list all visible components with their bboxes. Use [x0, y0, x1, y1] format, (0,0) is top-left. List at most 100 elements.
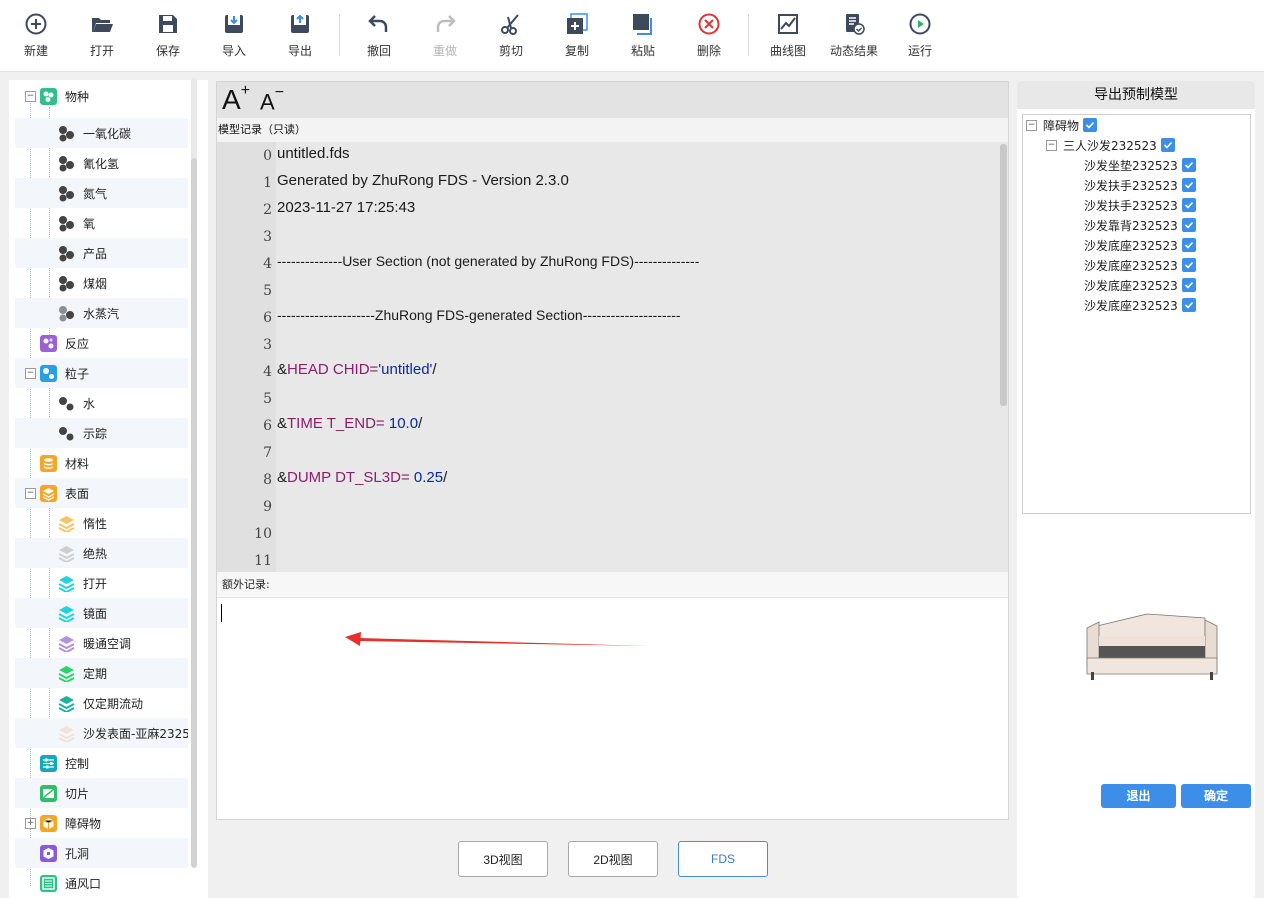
tree-item-particle-tracer[interactable]: 示踪 — [15, 418, 188, 448]
prefab-item-label: 沙发靠背232523 — [1084, 218, 1178, 233]
undo-button[interactable]: 撤回 — [349, 12, 409, 64]
run-button[interactable]: 运行 — [890, 12, 950, 64]
collapse-toggle[interactable]: − — [1046, 139, 1057, 151]
curve-chart-button[interactable]: 曲线图 — [758, 12, 818, 64]
font-decrease-button[interactable]: A− — [260, 84, 284, 115]
checkbox-checked[interactable] — [1181, 258, 1196, 272]
tree-item-particle-water[interactable]: 水 — [15, 388, 188, 418]
extra-record-input[interactable] — [217, 598, 1008, 819]
vent-icon — [40, 874, 57, 892]
tree-item-species-n2[interactable]: 氮气 — [15, 178, 188, 208]
model-record-code[interactable]: 0 1 2 3 4 5 6 3 4 5 6 7 8 9 10 11 untitl… — [217, 142, 1008, 572]
expand-toggle[interactable]: + — [25, 817, 36, 829]
tree-item-surface-mirror[interactable]: 镜面 — [15, 598, 188, 628]
tree-item-vent[interactable]: 通风口 — [15, 868, 188, 898]
tree-item-species[interactable]: − 物种 — [15, 81, 188, 111]
checkbox-checked[interactable] — [1083, 118, 1098, 132]
export-button[interactable]: 导出 — [270, 12, 330, 64]
prefab-group-row[interactable]: − 三人沙发232523 — [1046, 136, 1175, 154]
tree-item-surface-inert[interactable]: 惰性 — [15, 508, 188, 538]
prefab-root-row[interactable]: − 障碍物 — [1026, 116, 1098, 134]
tree-item-label: 反应 — [65, 336, 90, 351]
tree-item-surface-periodic[interactable]: 定期 — [15, 658, 188, 688]
checkbox-checked[interactable] — [1181, 198, 1196, 212]
tree-item-hole[interactable]: 孔洞 — [15, 838, 188, 868]
cut-button[interactable]: 剪切 — [481, 12, 541, 64]
checkbox-checked[interactable] — [1181, 238, 1196, 252]
tree-item-control[interactable]: 控制 — [15, 748, 188, 778]
collapse-toggle[interactable]: − — [25, 90, 36, 102]
save-button[interactable]: 保存 — [138, 12, 198, 64]
exit-button[interactable]: 退出 — [1101, 784, 1176, 808]
tree-scrollbar[interactable] — [191, 78, 197, 868]
import-button[interactable]: 导入 — [204, 12, 264, 64]
tree-item-species-co[interactable]: 一氧化碳 — [15, 118, 188, 148]
open-button[interactable]: 打开 — [72, 12, 132, 64]
tree-scrollbar-thumb[interactable] — [191, 158, 197, 868]
checkbox-checked[interactable] — [1181, 218, 1196, 232]
tree-item-surface-open[interactable]: 打开 — [15, 568, 188, 598]
prefab-item-row[interactable]: 沙发底座232523 — [1084, 276, 1196, 294]
prefab-item-row[interactable]: 沙发坐垫232523 — [1084, 156, 1196, 174]
tree-item-surface-periodic-flow[interactable]: 仅定期流动 — [15, 688, 188, 718]
checkbox-checked[interactable] — [1160, 138, 1175, 152]
checkbox-checked[interactable] — [1181, 298, 1196, 312]
export-prefab-title: 导出预制模型 — [1017, 81, 1255, 109]
prefab-item-row[interactable]: 沙发底座232523 — [1084, 256, 1196, 274]
code-line: ---------------------ZhuRong FDS-generat… — [277, 307, 681, 323]
line-number: 5 — [263, 283, 272, 299]
font-size-bar: A+ A− — [217, 82, 1008, 118]
layers-icon — [58, 545, 75, 562]
tree-item-obstacle[interactable]: + 障碍物 — [15, 808, 188, 838]
tree-item-surface-sofa-linen[interactable]: 沙发表面-亚麻232523 — [15, 718, 188, 748]
delete-button[interactable]: 删除 — [679, 12, 739, 64]
tree-item-slice[interactable]: 切片 — [15, 778, 188, 808]
checkbox-checked[interactable] — [1181, 278, 1196, 292]
scissors-icon — [501, 14, 519, 35]
prefab-item-row[interactable]: 沙发底座232523 — [1084, 296, 1196, 314]
tree-item-surface-hvac[interactable]: 暖通空调 — [15, 628, 188, 658]
tree-item-label: 氧 — [83, 216, 96, 231]
tree-item-species-soot[interactable]: 煤烟 — [15, 268, 188, 298]
tree-item-label: 绝热 — [83, 546, 108, 561]
collapse-toggle[interactable]: − — [25, 367, 36, 379]
code-value: 0.25 — [413, 469, 444, 486]
tree-item-surface[interactable]: − 表面 — [15, 478, 188, 508]
tree-item-species-hcn[interactable]: 氰化氢 — [15, 148, 188, 178]
tree-item-material[interactable]: 材料 — [15, 448, 188, 478]
font-increase-button[interactable]: A+ — [222, 82, 250, 116]
cut-label: 剪切 — [498, 44, 523, 58]
collapse-toggle[interactable]: − — [1026, 119, 1037, 131]
layers-icon — [58, 605, 75, 622]
checkbox-checked[interactable] — [1181, 158, 1196, 172]
prefab-item-row[interactable]: 沙发扶手232523 — [1084, 196, 1196, 214]
undo-icon — [368, 15, 388, 32]
checkbox-checked[interactable] — [1181, 178, 1196, 192]
tree-item-species-o2[interactable]: 氧 — [15, 208, 188, 238]
font-increase-label: A — [222, 84, 241, 115]
tree-item-label: 粒子 — [65, 366, 90, 381]
tree-item-species-product[interactable]: 产品 — [15, 238, 188, 268]
prefab-item-row[interactable]: 沙发扶手232523 — [1084, 176, 1196, 194]
tree-item-reaction[interactable]: 反应 — [15, 328, 188, 358]
code-line-dump: &DUMP DT_SL3D= 0.25/ — [277, 464, 447, 491]
view-3d-button[interactable]: 3D视图 — [458, 841, 548, 877]
new-button[interactable]: 新建 — [6, 12, 66, 64]
tree-item-surface-adiabatic[interactable]: 绝热 — [15, 538, 188, 568]
tree-item-species-water-vapor[interactable]: 水蒸汽 — [15, 298, 188, 328]
code-scrollbar-thumb[interactable] — [1000, 144, 1007, 406]
confirm-button[interactable]: 确定 — [1181, 784, 1251, 808]
view-fds-button[interactable]: FDS — [678, 841, 768, 877]
paste-button[interactable]: 粘贴 — [613, 12, 673, 64]
copy-button[interactable]: 复制 — [547, 12, 607, 64]
prefab-item-row[interactable]: 沙发底座232523 — [1084, 236, 1196, 254]
collapse-toggle[interactable]: − — [25, 487, 36, 499]
dynamic-result-button[interactable]: 动态结果 — [824, 12, 884, 64]
hole-cube-icon — [40, 844, 57, 862]
view-2d-button[interactable]: 2D视图 — [568, 841, 658, 877]
molecule-icon — [58, 155, 75, 172]
prefab-tree: − 障碍物 − 三人沙发232523 沙发坐垫232523 沙发扶手232523… — [1022, 114, 1251, 514]
tree-item-particle[interactable]: − 粒子 — [15, 358, 188, 388]
prefab-item-row[interactable]: 沙发靠背232523 — [1084, 216, 1196, 234]
redo-button[interactable]: 重做 — [415, 12, 475, 64]
